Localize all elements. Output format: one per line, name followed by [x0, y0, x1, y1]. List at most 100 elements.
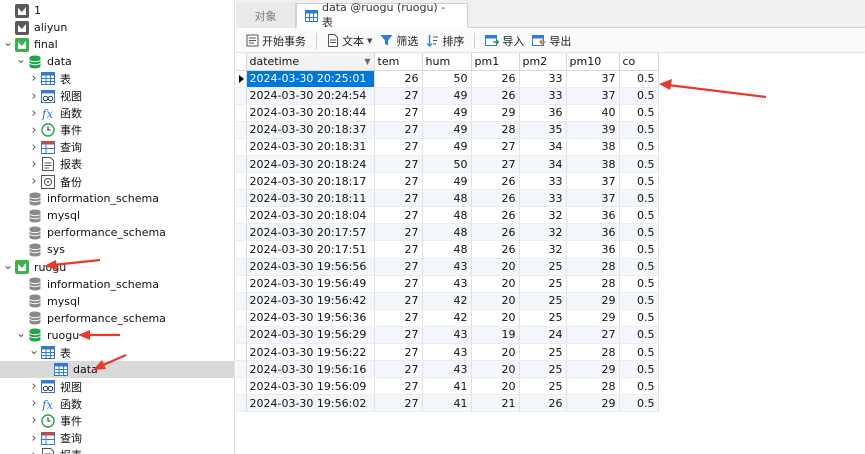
cell-pm1[interactable]: 20 — [471, 309, 520, 327]
cell-hum[interactable]: 41 — [422, 394, 472, 413]
cell-pm10[interactable]: 27 — [566, 326, 620, 345]
tree-item[interactable]: › fx 函数 — [0, 395, 234, 412]
chevron-right-icon[interactable]: › — [28, 105, 40, 122]
cell-co[interactable]: 0.5 — [619, 326, 659, 345]
cell-datetime[interactable]: 2024-03-30 19:56:56 — [246, 258, 375, 276]
cell-pm1[interactable]: 26 — [471, 172, 520, 191]
table-row[interactable]: 2024-03-30 19:56:09 27 41 20 25 28 0.5 — [236, 377, 659, 396]
cell-hum[interactable]: 41 — [422, 377, 472, 396]
cell-pm10[interactable]: 39 — [566, 121, 620, 139]
tree-item[interactable]: ⌄ ruogu — [0, 258, 234, 276]
cell-datetime[interactable]: 2024-03-30 20:25:01 — [246, 70, 375, 88]
table-row[interactable]: 2024-03-30 20:25:01 26 50 26 33 37 0.5 — [236, 70, 659, 88]
cell-pm2[interactable]: 32 — [519, 223, 567, 242]
cell-datetime[interactable]: 2024-03-30 19:56:22 — [246, 343, 375, 362]
chevron-right-icon[interactable]: › — [28, 70, 40, 87]
column-header-hum[interactable]: hum — [422, 53, 472, 71]
row-indicator[interactable] — [236, 292, 247, 310]
cell-tem[interactable]: 27 — [374, 377, 423, 396]
cell-datetime[interactable]: 2024-03-30 19:56:29 — [246, 326, 375, 345]
cell-co[interactable]: 0.5 — [619, 172, 659, 191]
cell-tem[interactable]: 27 — [374, 223, 423, 242]
chevron-right-icon[interactable]: › — [28, 378, 40, 395]
cell-tem[interactable]: 27 — [374, 394, 423, 413]
cell-pm1[interactable]: 20 — [471, 292, 520, 310]
cell-datetime[interactable]: 2024-03-30 20:18:44 — [246, 104, 375, 122]
tree-item[interactable]: data — [0, 361, 234, 379]
tab-objects[interactable]: 对象 — [236, 3, 296, 28]
cell-hum[interactable]: 49 — [422, 104, 472, 122]
cell-pm1[interactable]: 26 — [471, 240, 520, 259]
chevron-right-icon[interactable]: › — [28, 173, 40, 190]
cell-datetime[interactable]: 2024-03-30 20:24:54 — [246, 87, 375, 105]
cell-co[interactable]: 0.5 — [619, 121, 659, 139]
row-indicator[interactable] — [236, 121, 247, 139]
cell-datetime[interactable]: 2024-03-30 19:56:49 — [246, 275, 375, 293]
tab-data-table[interactable]: data @ruogu (ruogu) - 表 — [296, 1, 468, 29]
cell-datetime[interactable]: 2024-03-30 20:18:17 — [246, 172, 375, 191]
cell-tem[interactable]: 27 — [374, 240, 423, 259]
tree-item[interactable]: › fx 函数 — [0, 105, 234, 122]
row-indicator[interactable] — [236, 138, 247, 156]
cell-tem[interactable]: 27 — [374, 275, 423, 293]
cell-hum[interactable]: 43 — [422, 360, 472, 379]
tree-item[interactable]: information_schema — [0, 190, 234, 207]
table-row[interactable]: 2024-03-30 20:24:54 27 49 26 33 37 0.5 — [236, 87, 659, 105]
cell-hum[interactable]: 49 — [422, 87, 472, 105]
cell-pm10[interactable]: 29 — [566, 360, 620, 379]
cell-hum[interactable]: 48 — [422, 240, 472, 259]
cell-co[interactable]: 0.5 — [619, 394, 659, 413]
cell-pm10[interactable]: 38 — [566, 138, 620, 156]
cell-pm2[interactable]: 25 — [519, 309, 567, 327]
cell-pm1[interactable]: 29 — [471, 104, 520, 122]
chevron-down-icon[interactable]: ⌄ — [2, 34, 14, 51]
cell-pm1[interactable]: 26 — [471, 189, 520, 208]
cell-pm2[interactable]: 35 — [519, 121, 567, 139]
table-row[interactable]: 2024-03-30 19:56:49 27 43 20 25 28 0.5 — [236, 275, 659, 293]
cell-hum[interactable]: 42 — [422, 292, 472, 310]
cell-pm10[interactable]: 37 — [566, 70, 620, 88]
tree-item[interactable]: › 表 — [0, 70, 234, 87]
cell-hum[interactable]: 50 — [422, 70, 472, 88]
cell-tem[interactable]: 27 — [374, 138, 423, 156]
cell-hum[interactable]: 43 — [422, 275, 472, 293]
cell-datetime[interactable]: 2024-03-30 20:18:24 — [246, 155, 375, 174]
table-row[interactable]: 2024-03-30 20:17:57 27 48 26 32 36 0.5 — [236, 223, 659, 242]
chevron-down-icon[interactable]: ⌄ — [15, 51, 27, 68]
cell-pm2[interactable]: 25 — [519, 360, 567, 379]
cell-co[interactable]: 0.5 — [619, 292, 659, 310]
cell-co[interactable]: 0.5 — [619, 138, 659, 156]
cell-co[interactable]: 0.5 — [619, 258, 659, 276]
chevron-right-icon[interactable]: › — [28, 139, 40, 156]
tree-item[interactable]: › 事件 — [0, 122, 234, 139]
tree-item[interactable]: aliyun — [0, 19, 234, 36]
cell-pm1[interactable]: 20 — [471, 275, 520, 293]
data-grid[interactable]: datetime ▼ tem hum pm1 pm2 pm10 co 2024-03-30 2… — [236, 53, 865, 454]
cell-co[interactable]: 0.5 — [619, 275, 659, 293]
tree-item[interactable]: ⌄ final — [0, 34, 234, 53]
cell-hum[interactable]: 43 — [422, 343, 472, 362]
chevron-down-icon[interactable]: ⌄ — [28, 342, 40, 359]
cell-pm1[interactable]: 26 — [471, 223, 520, 242]
cell-co[interactable]: 0.5 — [619, 360, 659, 379]
cell-co[interactable]: 0.5 — [619, 223, 659, 242]
cell-pm10[interactable]: 28 — [566, 258, 620, 276]
cell-pm1[interactable]: 26 — [471, 206, 520, 225]
cell-pm10[interactable]: 28 — [566, 275, 620, 293]
table-row[interactable]: 2024-03-30 19:56:56 27 43 20 25 28 0.5 — [236, 258, 659, 276]
cell-pm2[interactable]: 33 — [519, 189, 567, 208]
cell-tem[interactable]: 27 — [374, 155, 423, 174]
cell-pm2[interactable]: 25 — [519, 258, 567, 276]
cell-pm1[interactable]: 27 — [471, 155, 520, 174]
cell-pm10[interactable]: 28 — [566, 343, 620, 362]
sort-desc-icon[interactable]: ▼ — [364, 57, 370, 66]
table-row[interactable]: 2024-03-30 19:56:16 27 43 20 25 29 0.5 — [236, 360, 659, 379]
table-row[interactable]: 2024-03-30 20:17:51 27 48 26 32 36 0.5 — [236, 240, 659, 259]
cell-pm1[interactable]: 21 — [471, 394, 520, 413]
cell-pm10[interactable]: 28 — [566, 377, 620, 396]
connection-tree[interactable]: 1 aliyun ⌄ final ⌄ data › 表 › 视图 › fx 函数 › 事件 › 查询 › 报表 › 备份… — [0, 0, 235, 454]
cell-datetime[interactable]: 2024-03-30 20:18:31 — [246, 138, 375, 156]
cell-tem[interactable]: 27 — [374, 326, 423, 345]
chevron-right-icon[interactable]: › — [28, 430, 40, 447]
cell-datetime[interactable]: 2024-03-30 19:56:42 — [246, 292, 375, 310]
